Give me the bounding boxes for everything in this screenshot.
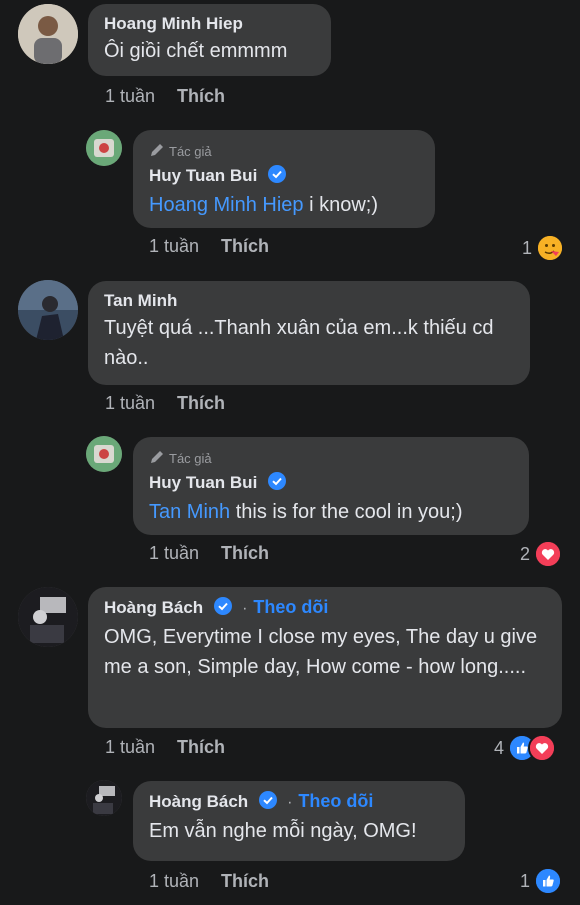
avatar[interactable] xyxy=(18,4,78,64)
comment-author[interactable]: Hoang Minh Hiep xyxy=(104,14,243,34)
comment-time[interactable]: 1 tuần xyxy=(105,393,155,413)
comment-bubble: Hoang Minh Hiep Ôi giồi chết emmmm xyxy=(88,4,331,76)
like-button[interactable]: Thích xyxy=(177,86,225,106)
reaction-count: 4 xyxy=(494,737,505,758)
comment-text: Tuyệt quá ...Thanh xuân của em...k thiếu… xyxy=(104,317,494,369)
like-button[interactable]: Thích xyxy=(221,543,269,563)
avatar[interactable] xyxy=(18,280,78,340)
mention-link[interactable]: Tan Minh xyxy=(149,501,230,523)
comment-time[interactable]: 1 tuần xyxy=(149,543,199,563)
pencil-icon xyxy=(149,142,165,161)
comment-meta: 1 tuần Thích xyxy=(105,393,225,414)
author-tag: Tác giả xyxy=(149,142,419,161)
follow-button[interactable]: Theo dõi xyxy=(298,791,373,811)
reply-bubble: Hoàng Bách · Theo dõi Em vẫn nghe mỗi ngà… xyxy=(133,781,465,861)
comment-meta: 1 tuần Thích xyxy=(149,236,269,257)
verified-badge-icon xyxy=(267,165,286,188)
reply-bubble: Tác giả Huy Tuan Bui Hoang Minh Hiep i k… xyxy=(133,130,435,228)
like-button[interactable]: Thích xyxy=(221,871,269,891)
like-button[interactable]: Thích xyxy=(221,236,269,256)
verified-badge-icon xyxy=(258,791,277,814)
reaction-count: 1 xyxy=(522,237,533,258)
reaction-summary[interactable]: 2 xyxy=(520,540,563,568)
comment-bubble: Hoàng Bách · Theo dõi OMG, Everytime I cl… xyxy=(88,587,562,728)
like-button[interactable]: Thích xyxy=(177,393,225,413)
comment-author[interactable]: Huy Tuan Bui xyxy=(149,473,257,493)
comment-author[interactable]: Tan Minh xyxy=(104,291,177,311)
author-tag: Tác giả xyxy=(149,449,513,468)
comment-time[interactable]: 1 tuần xyxy=(105,737,155,757)
comment-time[interactable]: 1 tuần xyxy=(149,236,199,256)
comment-meta: 1 tuần Thích xyxy=(105,737,225,758)
comment-text: this is for the cool in you;) xyxy=(230,501,463,523)
avatar[interactable] xyxy=(18,587,78,647)
love-reaction-icon xyxy=(528,734,557,762)
reply-bubble: Tác giả Huy Tuan Bui Tan Minh this is fo… xyxy=(133,437,529,535)
pencil-icon xyxy=(149,449,165,468)
avatar[interactable] xyxy=(86,436,122,472)
care-reaction-icon xyxy=(536,234,565,262)
comment-author[interactable]: Hoàng Bách xyxy=(149,792,248,812)
verified-badge-icon xyxy=(267,472,286,495)
reaction-summary[interactable]: 1 xyxy=(522,234,565,262)
comment-bubble: Tan Minh Tuyệt quá ...Thanh xuân của em.… xyxy=(88,281,530,385)
mention-link[interactable]: Hoang Minh Hiep xyxy=(149,194,304,216)
comment-text: Ôi giồi chết emmmm xyxy=(104,40,288,62)
reaction-count: 2 xyxy=(520,543,531,564)
comment-text: Em vẫn nghe mỗi ngày, OMG! xyxy=(149,820,417,843)
like-reaction-icon xyxy=(534,867,563,895)
comment-author[interactable]: Huy Tuan Bui xyxy=(149,166,257,186)
like-button[interactable]: Thích xyxy=(177,737,225,757)
reaction-summary[interactable]: 1 xyxy=(520,867,563,895)
avatar[interactable] xyxy=(86,130,122,166)
comment-time[interactable]: 1 tuần xyxy=(105,86,155,106)
comment-meta: 1 tuần Thích xyxy=(149,543,269,564)
love-reaction-icon xyxy=(534,540,563,568)
reaction-summary[interactable]: 4 xyxy=(494,734,557,762)
comment-author[interactable]: Hoàng Bách xyxy=(104,598,203,618)
comment-meta: 1 tuần Thích xyxy=(149,871,269,892)
comment-time[interactable]: 1 tuần xyxy=(149,871,199,891)
verified-badge-icon xyxy=(213,597,232,620)
follow-button[interactable]: Theo dõi xyxy=(253,597,328,617)
comment-text: OMG, Everytime I close my eyes, The day … xyxy=(104,626,538,679)
comment-meta: 1 tuần Thích xyxy=(105,86,225,107)
comment-text: i know;) xyxy=(303,194,378,216)
avatar[interactable] xyxy=(86,780,122,816)
reaction-count: 1 xyxy=(520,870,531,891)
